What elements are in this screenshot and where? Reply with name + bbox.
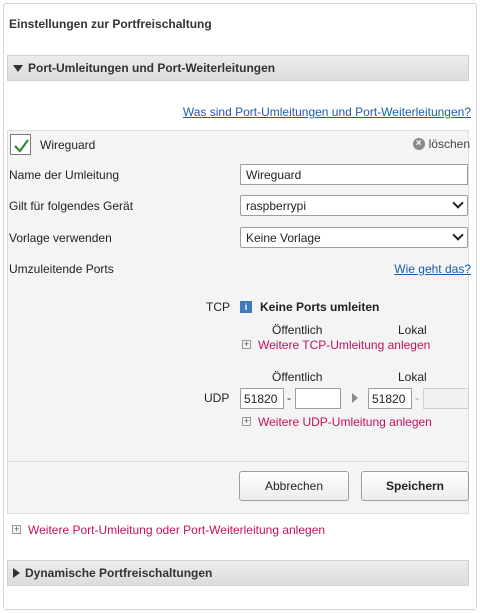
template-label: Vorlage verwenden (9, 231, 112, 245)
info-icon[interactable]: i (240, 301, 252, 313)
template-select[interactable]: Keine Vorlage (240, 227, 468, 248)
device-value: raspberrypi (246, 199, 307, 213)
expand-triangle-icon (13, 568, 20, 578)
add-udp-link[interactable]: Weitere UDP-Umleitung anlegen (258, 415, 432, 429)
section-dynamic-header[interactable]: Dynamische Portfreischaltungen (7, 560, 469, 586)
collapse-triangle-icon (13, 64, 23, 72)
section-title: Dynamische Portfreischaltungen (25, 566, 213, 580)
page-title: Einstellungen zur Portfreischaltung (9, 17, 212, 31)
dash: - (287, 391, 291, 405)
divider (8, 461, 468, 462)
ports-help-link[interactable]: Wie geht das? (394, 262, 471, 276)
dash: - (415, 391, 419, 405)
udp-public-from-input[interactable]: 51820 (240, 388, 284, 409)
tcp-col-local: Lokal (398, 323, 427, 337)
section-title: Port-Umleitungen und Port-Weiterleitunge… (28, 61, 276, 75)
rule-name-header: Wireguard (40, 138, 96, 152)
checkmark-icon (14, 139, 29, 153)
udp-label: UDP (204, 391, 230, 405)
delete-icon: × (412, 138, 425, 150)
udp-local-from-input[interactable]: 51820 (368, 388, 412, 409)
chevron-down-icon (452, 229, 464, 241)
plus-icon: + (242, 339, 251, 349)
tcp-status: Keine Ports umleiten (260, 300, 380, 314)
rule-enabled-checkbox[interactable] (10, 134, 31, 155)
plus-icon: + (242, 416, 251, 426)
rule-panel (7, 130, 469, 514)
chevron-down-icon (452, 197, 464, 209)
device-select[interactable]: raspberrypi (240, 195, 468, 216)
template-value: Keine Vorlage (246, 231, 321, 245)
name-input[interactable] (240, 164, 468, 185)
arrow-right-icon (352, 393, 358, 403)
ports-label: Umzuleitende Ports (9, 262, 114, 276)
delete-rule-button[interactable]: × löschen (412, 137, 470, 151)
udp-col-public: Öffentlich (272, 370, 323, 384)
tcp-label: TCP (206, 300, 230, 314)
udp-local-to-input (423, 388, 469, 409)
add-port-forwarding-link[interactable]: Weitere Port-Umleitung oder Port-Weiterl… (28, 523, 325, 537)
save-button[interactable]: Speichern (361, 471, 469, 501)
add-tcp-link[interactable]: Weitere TCP-Umleitung anlegen (258, 338, 430, 352)
delete-label: löschen (428, 137, 470, 151)
tcp-col-public: Öffentlich (272, 323, 323, 337)
plus-icon: + (12, 524, 21, 534)
help-port-forwarding-link[interactable]: Was sind Port-Umleitungen und Port-Weite… (183, 105, 471, 119)
section-port-forwarding-header[interactable]: Port-Umleitungen und Port-Weiterleitunge… (7, 55, 469, 81)
cancel-button[interactable]: Abbrechen (239, 471, 349, 501)
udp-public-to-input[interactable] (295, 388, 341, 409)
device-label: Gilt für folgendes Gerät (9, 199, 134, 213)
name-label: Name der Umleitung (9, 168, 120, 182)
udp-col-local: Lokal (398, 370, 427, 384)
